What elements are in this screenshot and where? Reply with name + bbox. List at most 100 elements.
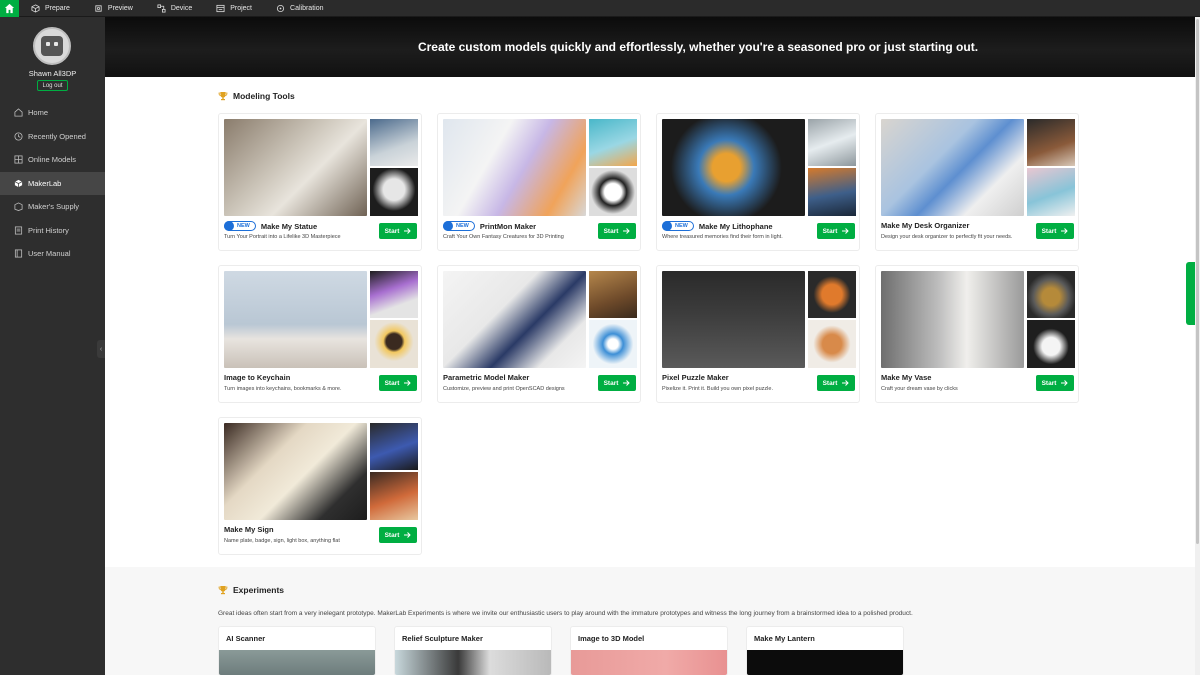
tab-calibration[interactable]: Calibration bbox=[264, 0, 335, 17]
avatar[interactable] bbox=[33, 27, 71, 65]
sidebar-item-label: User Manual bbox=[28, 249, 71, 259]
eye-icon bbox=[94, 4, 103, 13]
feedback-side-tab[interactable] bbox=[1186, 262, 1195, 325]
card-title: Make My Lithophane bbox=[698, 221, 773, 231]
calibration-icon bbox=[276, 4, 285, 13]
start-button[interactable]: Start bbox=[379, 375, 417, 391]
experiments-description: Great ideas often start from a very inel… bbox=[218, 610, 913, 617]
experiment-image bbox=[219, 650, 375, 675]
card-title: Pixel Puzzle Maker bbox=[662, 373, 729, 382]
start-button[interactable]: Start bbox=[379, 527, 417, 543]
sidebar-item-home[interactable]: Home bbox=[0, 101, 105, 125]
sidebar-item-makerlab[interactable]: MakerLab bbox=[0, 171, 105, 195]
experiment-card-ai-scanner[interactable]: AI Scanner bbox=[218, 626, 376, 675]
tab-project[interactable]: Project bbox=[204, 0, 264, 17]
scrollbar-thumb[interactable] bbox=[1196, 19, 1199, 544]
printmon-thumb-image bbox=[589, 168, 637, 216]
chevron-left-icon: ‹ bbox=[99, 345, 103, 353]
lithophane-preview-image bbox=[662, 119, 805, 216]
arrow-right-icon bbox=[404, 380, 412, 386]
sidebar-item-label: Print History bbox=[28, 225, 69, 235]
vase-thumb-image bbox=[1027, 271, 1075, 318]
sidebar-collapse-handle[interactable]: ‹ bbox=[97, 340, 105, 358]
lithophane-thumb-image bbox=[808, 119, 856, 166]
project-icon bbox=[216, 4, 225, 13]
card-title: Image to 3D Model bbox=[578, 634, 645, 643]
keychain-preview-image bbox=[224, 271, 367, 368]
printmon-thumb-image bbox=[589, 119, 637, 166]
start-button[interactable]: Start bbox=[817, 223, 855, 239]
sidebar-item-online-models[interactable]: Online Models bbox=[0, 148, 105, 172]
card-description: Name plate, badge, sign, light box, anyt… bbox=[224, 538, 340, 544]
sidebar-item-user-manual[interactable]: User Manual bbox=[0, 242, 105, 266]
lithophane-thumb-image bbox=[808, 168, 856, 216]
tab-device[interactable]: Device bbox=[145, 0, 204, 17]
arrow-right-icon bbox=[1061, 380, 1069, 386]
sidebar-nav: Home Recently Opened Online Models Maker… bbox=[0, 101, 105, 266]
tab-label: Calibration bbox=[290, 4, 324, 12]
statue-thumb-image bbox=[370, 168, 418, 216]
keychain-thumb-image bbox=[370, 271, 418, 318]
top-menu-bar: Prepare Preview Device Project Calibrati… bbox=[0, 0, 1200, 17]
tool-card-make-my-statue[interactable]: NEW Make My Statue Turn Your Portrait in… bbox=[218, 113, 422, 251]
vertical-scrollbar[interactable] bbox=[1195, 17, 1200, 675]
start-button[interactable]: Start bbox=[598, 223, 636, 239]
logout-button[interactable]: Log out bbox=[37, 80, 68, 91]
desk-organizer-thumb-image bbox=[1027, 119, 1075, 166]
tool-card-make-my-lithophane[interactable]: NEW Make My Lithophane Where treasured m… bbox=[656, 113, 860, 251]
home-tab-button[interactable] bbox=[0, 0, 19, 17]
section-title: Experiments bbox=[233, 585, 285, 595]
parametric-thumb-image bbox=[589, 320, 637, 368]
start-button[interactable]: Start bbox=[817, 375, 855, 391]
sign-preview-image bbox=[224, 423, 367, 520]
arrow-right-icon bbox=[404, 532, 412, 538]
tool-card-printmon-maker[interactable]: NEW PrintMon Maker Craft Your Own Fantas… bbox=[437, 113, 641, 251]
start-button[interactable]: Start bbox=[1036, 223, 1074, 239]
sign-thumb-image bbox=[370, 472, 418, 520]
experiment-card-relief-sculpture-maker[interactable]: Relief Sculpture Maker bbox=[394, 626, 552, 675]
username: Shawn All3DP bbox=[28, 69, 77, 78]
section-title: Modeling Tools bbox=[233, 91, 295, 101]
vase-thumb-image bbox=[1027, 320, 1075, 368]
experiment-card-image-to-3d-model[interactable]: Image to 3D Model bbox=[570, 626, 728, 675]
experiment-image bbox=[395, 650, 551, 675]
card-description: Turn Your Portrait into a Lifelike 3D Ma… bbox=[224, 234, 341, 240]
sidebar-item-label: Recently Opened bbox=[28, 131, 86, 141]
tab-label: Prepare bbox=[45, 4, 70, 12]
main-content: Create custom models quickly and effortl… bbox=[105, 17, 1195, 675]
tool-card-parametric-model-maker[interactable]: Parametric Model Maker Customize, previe… bbox=[437, 265, 641, 403]
clock-icon bbox=[14, 132, 23, 141]
tool-card-image-to-keychain[interactable]: Image to Keychain Turn images into keych… bbox=[218, 265, 422, 403]
card-title: Make My Sign bbox=[224, 525, 274, 534]
experiment-card-make-my-lantern[interactable]: Make My Lantern bbox=[746, 626, 904, 675]
sidebar-item-makers-supply[interactable]: Maker's Supply bbox=[0, 195, 105, 219]
arrow-right-icon bbox=[842, 380, 850, 386]
card-title: Parametric Model Maker bbox=[443, 373, 530, 382]
tool-card-make-my-desk-organizer[interactable]: Make My Desk Organizer Design your desk … bbox=[875, 113, 1079, 251]
new-badge: NEW bbox=[662, 221, 694, 231]
home-icon bbox=[14, 108, 23, 117]
tool-card-make-my-vase[interactable]: Make My Vase Craft your dream vase by cl… bbox=[875, 265, 1079, 403]
card-title: Image to Keychain bbox=[224, 373, 291, 382]
card-title: Relief Sculpture Maker bbox=[402, 634, 483, 643]
new-badge: NEW bbox=[224, 221, 256, 231]
tool-card-pixel-puzzle-maker[interactable]: Pixel Puzzle Maker Pixelize it. Print it… bbox=[656, 265, 860, 403]
sidebar-item-recently-opened[interactable]: Recently Opened bbox=[0, 125, 105, 149]
globe-icon bbox=[14, 155, 23, 164]
card-title: Make My Statue bbox=[260, 221, 318, 231]
experiments-section: Experiments Great ideas often start from… bbox=[105, 567, 1195, 675]
sidebar-item-print-history[interactable]: Print History bbox=[0, 219, 105, 243]
pixel-puzzle-thumb-image bbox=[808, 271, 856, 318]
card-description: Where treasured memories find their form… bbox=[662, 234, 783, 240]
tool-card-make-my-sign[interactable]: Make My Sign Name plate, badge, sign, li… bbox=[218, 417, 422, 555]
sign-thumb-image bbox=[370, 423, 418, 470]
tab-label: Preview bbox=[107, 4, 133, 12]
box-icon bbox=[14, 202, 23, 212]
start-button[interactable]: Start bbox=[598, 375, 636, 391]
sidebar: Shawn All3DP Log out Home Recently Opene… bbox=[0, 17, 105, 675]
card-description: Craft your dream vase by clicks bbox=[881, 386, 958, 392]
tab-preview[interactable]: Preview bbox=[82, 0, 145, 17]
start-button[interactable]: Start bbox=[1036, 375, 1074, 391]
tab-prepare[interactable]: Prepare bbox=[19, 0, 82, 17]
start-button[interactable]: Start bbox=[379, 223, 417, 239]
